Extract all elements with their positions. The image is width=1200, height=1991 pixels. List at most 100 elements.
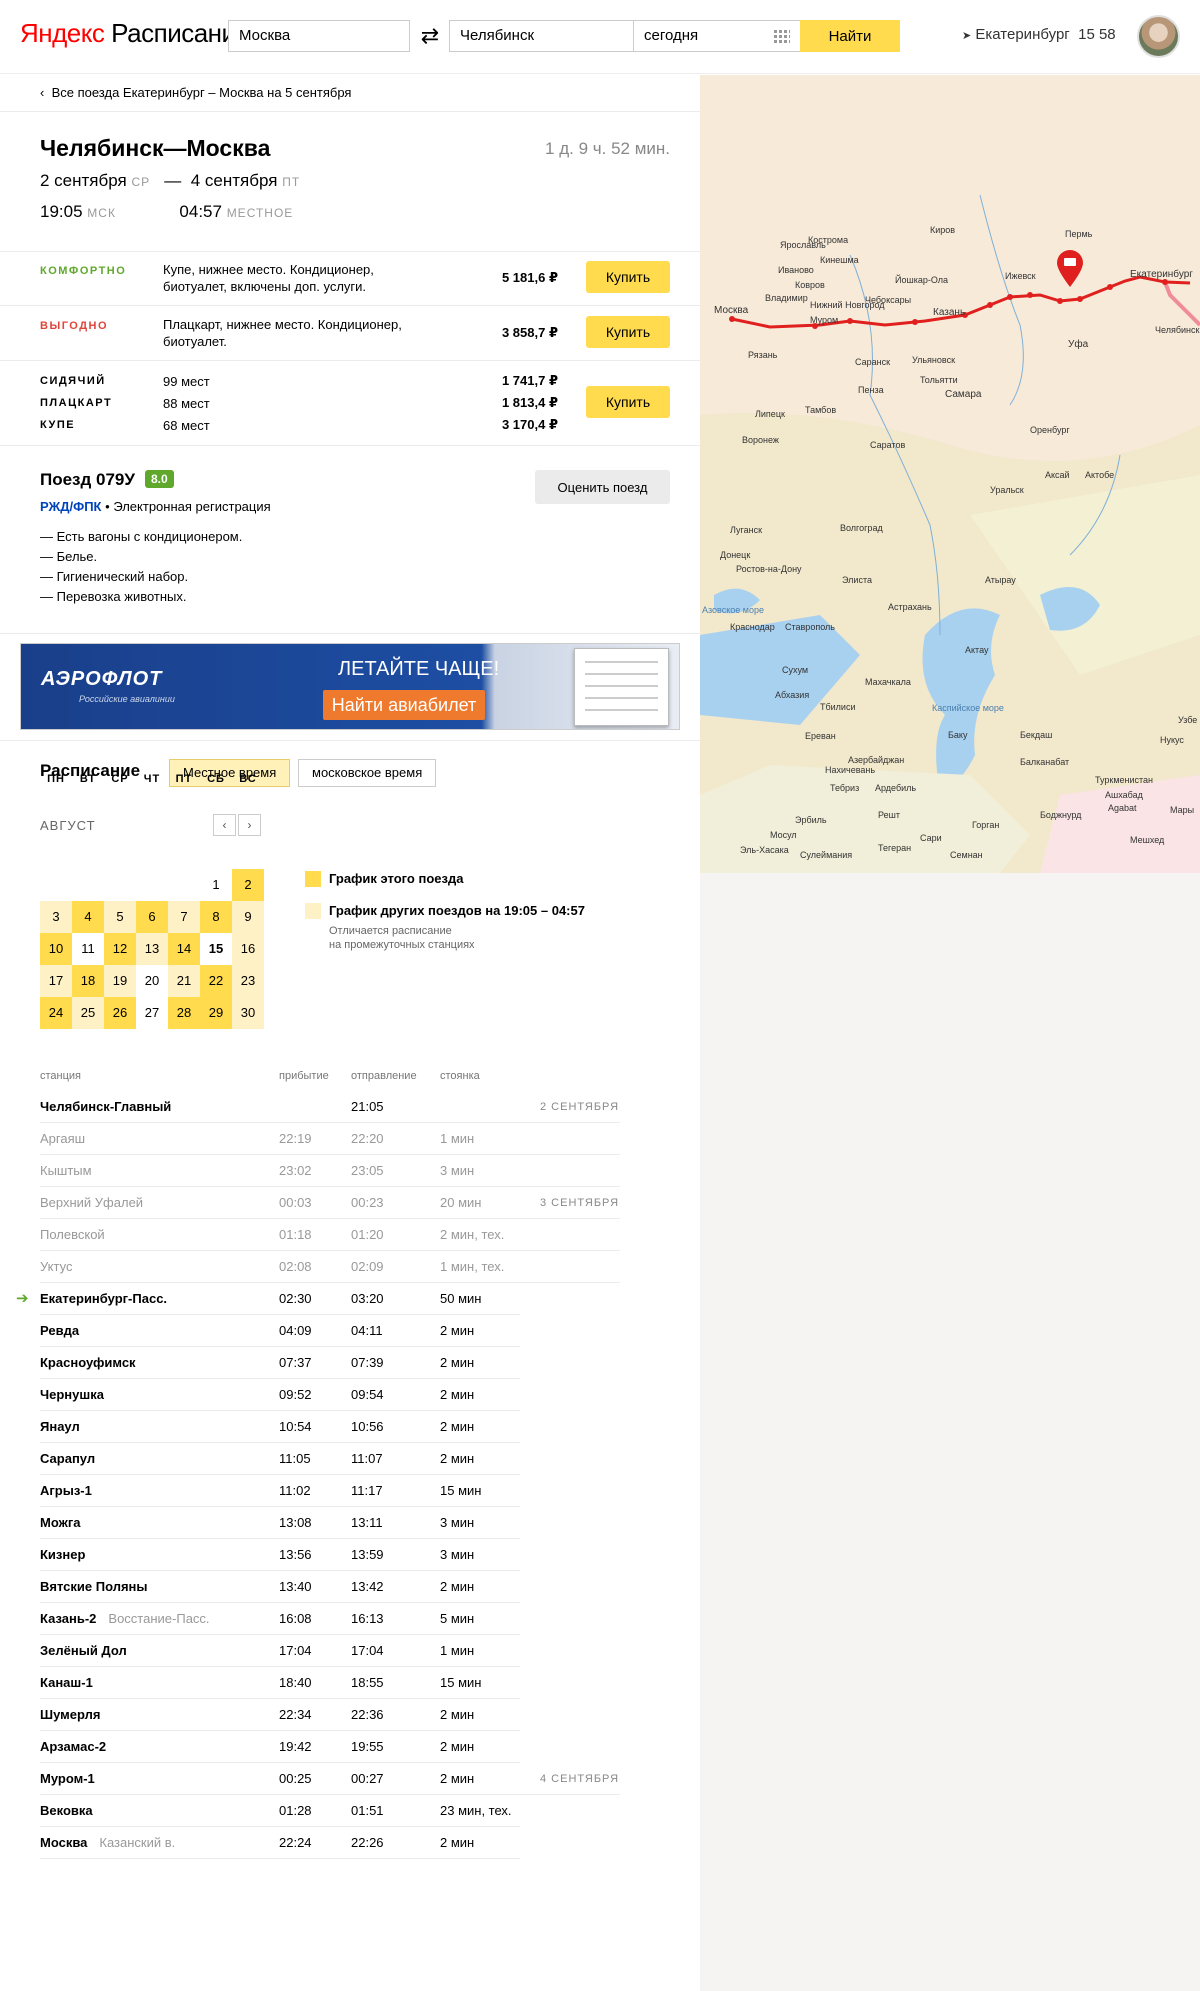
calendar-day[interactable]: 19 — [104, 965, 136, 997]
offer-price: 5 181,6 ₽ — [501, 270, 558, 285]
table-row[interactable]: Кыштым 23:02 23:05 3 мин — [40, 1155, 620, 1187]
table-row[interactable]: Канаш-1 18:40 18:55 15 мин — [40, 1667, 520, 1699]
calendar-day[interactable]: 20 — [136, 965, 168, 997]
from-input[interactable]: Москва — [228, 20, 410, 52]
logo[interactable]: Яндекс Расписания — [20, 18, 250, 49]
avatar[interactable] — [1137, 15, 1180, 58]
date-input[interactable]: сегодня — [633, 20, 801, 52]
calendar-day[interactable]: 24 — [40, 997, 72, 1029]
table-row[interactable]: Можга 13:08 13:11 3 мин — [40, 1507, 520, 1539]
table-row[interactable]: Сарапул 11:05 11:07 2 мин — [40, 1443, 520, 1475]
departure-time: 00:23 — [351, 1195, 384, 1210]
geo-location[interactable]: ➤ Екатеринбург 15 58 — [962, 26, 1116, 43]
trip-title: Челябинск—Москва — [40, 135, 271, 161]
station-label: Агрыз-1 — [40, 1483, 92, 1498]
ad-banner[interactable]: АЭРОФЛОТ Российские авиалинии ЛЕТАЙТЕ ЧА… — [20, 643, 680, 730]
calendar-day[interactable]: 25 — [72, 997, 104, 1029]
calendar-day[interactable]: 1 — [200, 869, 232, 901]
calendar-day[interactable]: 15 — [200, 933, 232, 965]
table-row[interactable]: Янаул 10:54 10:56 2 мин — [40, 1411, 520, 1443]
calendar-day[interactable]: 17 — [40, 965, 72, 997]
station-name: Верхний Уфалей — [40, 1195, 143, 1210]
calendar-day[interactable]: 30 — [232, 997, 264, 1029]
table-row[interactable]: Аргаяш 22:19 22:20 1 мин — [40, 1123, 620, 1155]
calendar-day[interactable]: 28 — [168, 997, 200, 1029]
find-button[interactable]: Найти — [800, 20, 900, 52]
departure-time: 22:20 — [351, 1131, 384, 1146]
table-row[interactable]: Арзамас-2 19:42 19:55 2 мин — [40, 1731, 520, 1763]
toggle-moscow-time[interactable]: московское время — [298, 759, 437, 787]
table-row[interactable]: Муром-1 00:25 00:27 2 мин 4 СЕНТЯБРЯ — [40, 1763, 620, 1795]
table-row[interactable]: Зелёный Дол 17:04 17:04 1 мин — [40, 1635, 520, 1667]
stop-duration: 2 мин — [440, 1579, 475, 1594]
table-row[interactable]: Шумерля 22:34 22:36 2 мин — [40, 1699, 520, 1731]
calendar-day[interactable]: 23 — [232, 965, 264, 997]
table-row[interactable]: Кизнер 13:56 13:59 3 мин — [40, 1539, 520, 1571]
map-label: Узбе — [1178, 715, 1198, 725]
map-label: Ереван — [805, 731, 836, 741]
calendar-day[interactable]: 21 — [168, 965, 200, 997]
calendar-day[interactable]: 16 — [232, 933, 264, 965]
calendar-day[interactable]: 27 — [136, 997, 168, 1029]
calendar-day[interactable]: 10 — [40, 933, 72, 965]
back-link[interactable]: ‹ Все поезда Екатеринбург – Москва на 5 … — [40, 85, 351, 100]
table-row[interactable]: Москва Казанский в. 22:24 22:26 2 мин — [40, 1827, 520, 1859]
buy-button[interactable]: Купить — [586, 316, 670, 348]
departure-time: 11:07 — [351, 1451, 383, 1466]
location-arrow-icon: ➤ — [962, 30, 972, 42]
calendar-day[interactable]: 29 — [200, 997, 232, 1029]
to-input[interactable]: Челябинск — [449, 20, 634, 52]
calendar-day[interactable]: 2 — [232, 869, 264, 901]
departure-time: 21:05 — [351, 1099, 384, 1114]
route-map[interactable]: Москва Екатеринбург Челябинск Казань Ижевск П… — [700, 75, 1200, 873]
calendar-day[interactable]: 6 — [136, 901, 168, 933]
class-price: 1 813,4 ₽ — [501, 395, 558, 410]
back-link-label: Все поезда Екатеринбург – Москва на 5 се… — [51, 85, 352, 100]
calendar-day[interactable]: 18 — [72, 965, 104, 997]
calendar-day[interactable]: 12 — [104, 933, 136, 965]
table-row[interactable]: Полевской 01:18 01:20 2 мин, тех. — [40, 1219, 620, 1251]
calendar-day[interactable]: 14 — [168, 933, 200, 965]
station-name: Агрыз-1 — [40, 1483, 92, 1498]
table-row[interactable]: Агрыз-1 11:02 11:17 15 мин — [40, 1475, 520, 1507]
table-row[interactable]: Челябинск-Главный 21:05 2 СЕНТЯБРЯ — [40, 1091, 620, 1123]
rate-train-button[interactable]: Оценить поезд — [535, 470, 670, 504]
buy-button[interactable]: Купить — [586, 386, 670, 418]
map-label: Горган — [972, 820, 1000, 830]
table-row[interactable]: Уктус 02:08 02:09 1 мин, тех. — [40, 1251, 620, 1283]
stop-duration: 2 мин — [440, 1451, 475, 1466]
chevron-right-icon[interactable]: › — [238, 814, 261, 836]
arrival-time: 11:02 — [279, 1483, 311, 1498]
calendar-day[interactable]: 13 — [136, 933, 168, 965]
map-canvas — [700, 75, 1200, 873]
calendar-day[interactable]: 22 — [200, 965, 232, 997]
calendar-day[interactable]: 26 — [104, 997, 136, 1029]
chevron-left-icon[interactable]: ‹ — [213, 814, 236, 836]
calendar-day[interactable]: 3 — [40, 901, 72, 933]
carrier-link[interactable]: РЖД/ФПК — [40, 499, 102, 514]
table-row[interactable]: Красноуфимск 07:37 07:39 2 мин — [40, 1347, 520, 1379]
buy-button[interactable]: Купить — [586, 261, 670, 293]
departure-time: 19:55 — [351, 1739, 384, 1754]
col-departure: отправление — [351, 1070, 417, 1082]
calendar-day[interactable]: 5 — [104, 901, 136, 933]
calendar-day[interactable]: 11 — [72, 933, 104, 965]
station-name: Ревда — [40, 1323, 79, 1338]
calendar-day[interactable]: 9 — [232, 901, 264, 933]
table-row[interactable]: Ревда 04:09 04:11 2 мин — [40, 1315, 520, 1347]
swap-icon[interactable]: ⇄ — [418, 24, 442, 48]
table-row[interactable]: Верхний Уфалей 00:03 00:23 20 мин 3 СЕНТЯБРЯ — [40, 1187, 620, 1219]
map-label: Эрбиль — [795, 815, 827, 825]
calendar-day[interactable]: 7 — [168, 901, 200, 933]
trip-dates: 2 сентября СР — 4 сентября ПТ — [40, 171, 300, 191]
map-label: Ставрополь — [785, 622, 835, 632]
calendar-day[interactable]: 8 — [200, 901, 232, 933]
banner-button[interactable]: Найти авиабилет — [323, 690, 485, 720]
table-row[interactable]: Вятские Поляны 13:40 13:42 2 мин — [40, 1571, 520, 1603]
table-row[interactable]: Вековка 01:28 01:51 23 мин, тех. — [40, 1795, 520, 1827]
calendar-icon[interactable] — [774, 29, 790, 43]
table-row[interactable]: Екатеринбург-Пасс. 02:30 03:20 50 мин — [40, 1283, 520, 1315]
calendar-day[interactable]: 4 — [72, 901, 104, 933]
table-row[interactable]: Казань-2 Восстание-Пасс. 16:08 16:13 5 мин — [40, 1603, 520, 1635]
table-row[interactable]: Чернушка 09:52 09:54 2 мин — [40, 1379, 520, 1411]
